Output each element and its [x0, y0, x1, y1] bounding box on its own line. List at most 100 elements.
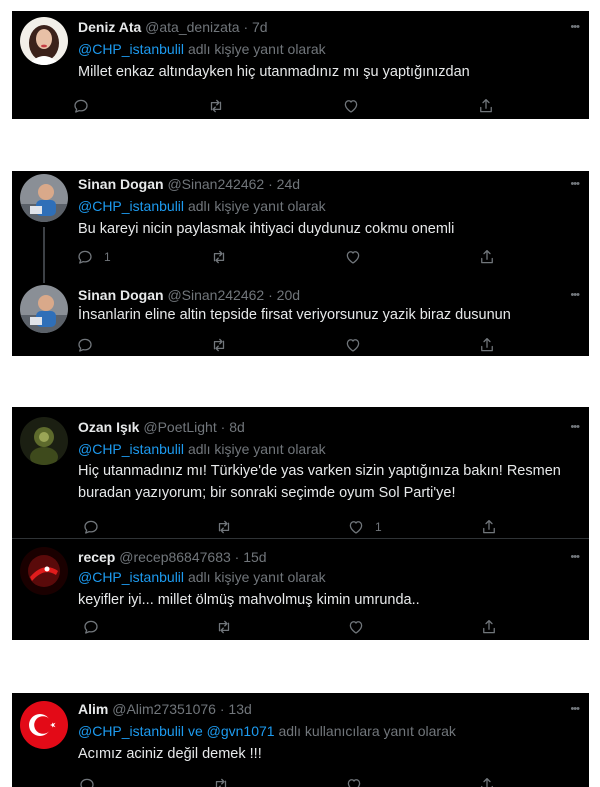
avatar[interactable] — [20, 547, 68, 595]
heart-icon — [349, 621, 363, 634]
reply-button[interactable] — [82, 617, 100, 637]
replying-to: @CHP_istanbulil adlı kişiye yanıt olarak — [78, 569, 326, 585]
user-handle[interactable]: @Sinan242462 — [167, 287, 264, 303]
avatar[interactable] — [20, 285, 68, 333]
heart-icon — [346, 251, 360, 264]
retweet-button[interactable] — [215, 517, 233, 537]
tweet[interactable]: Ozan Işık @PoetLight · 8d ••• @CHP_istan… — [12, 417, 589, 537]
tweet-actions — [72, 617, 579, 637]
tweet-card: Alim @Alim27351076 · 13d ••• @CHP_istanb… — [12, 693, 589, 787]
replying-to-label: adlı kişiye yanıt olarak — [187, 569, 326, 585]
reply-icon — [74, 99, 88, 113]
like-button[interactable] — [342, 96, 370, 116]
tweet-actions — [72, 775, 579, 787]
more-options-icon[interactable]: ••• — [570, 178, 580, 190]
replying-to: @CHP_istanbulil adlı kişiye yanıt olarak — [78, 441, 326, 457]
retweet-button[interactable] — [215, 617, 233, 637]
tweet-text: keyifler iyi... millet ölmüş mahvolmuş k… — [78, 592, 420, 608]
share-button[interactable] — [478, 775, 496, 787]
retweet-button[interactable] — [210, 335, 228, 355]
share-button[interactable] — [478, 335, 496, 355]
replying-to: @CHP_istanbulil ve @gvn1071 adlı kullanı… — [78, 723, 456, 739]
timestamp[interactable]: 15d — [243, 549, 266, 565]
more-options-icon[interactable]: ••• — [570, 703, 580, 715]
more-options-icon[interactable]: ••• — [570, 421, 580, 433]
timestamp[interactable]: 7d — [252, 19, 268, 35]
timestamp[interactable]: 13d — [228, 701, 251, 717]
reply-icon — [80, 778, 94, 787]
tweet[interactable]: Sinan Dogan @Sinan242462 · 24d ••• @CHP_… — [12, 174, 589, 274]
tweet-actions — [72, 96, 579, 116]
user-handle[interactable]: @PoetLight — [143, 419, 216, 435]
tweet-header: Ozan Işık @PoetLight · 8d — [78, 419, 245, 435]
reply-button[interactable]: 1 — [76, 247, 111, 267]
user-handle[interactable]: @Sinan242462 — [167, 176, 264, 192]
more-options-icon[interactable]: ••• — [570, 289, 580, 301]
mention-link[interactable]: @CHP_istanbulil — [78, 198, 184, 214]
retweet-icon — [210, 99, 222, 113]
share-icon — [481, 249, 493, 264]
avatar[interactable] — [20, 17, 68, 65]
timestamp[interactable]: 24d — [277, 176, 300, 192]
heart-icon — [346, 339, 360, 352]
divider — [12, 538, 589, 539]
retweet-button[interactable] — [210, 247, 228, 267]
tweet-header: Sinan Dogan @Sinan242462 · 20d — [78, 287, 300, 303]
reply-button[interactable] — [72, 96, 100, 116]
replying-to-label: adlı kullanıcılara yanıt olarak — [278, 723, 456, 739]
tweet[interactable]: Sinan Dogan @Sinan242462 · 20d ••• İnsan… — [12, 285, 589, 355]
replying-to-label: adlı kişiye yanıt olarak — [187, 198, 326, 214]
avatar[interactable] — [20, 174, 68, 222]
tweet-actions — [72, 335, 579, 355]
like-button[interactable] — [345, 775, 363, 787]
share-icon — [480, 98, 492, 113]
tweet[interactable]: Deniz Ata @ata_denizata · 7d ••• @CHP_is… — [12, 17, 589, 117]
share-icon — [483, 519, 495, 534]
mention-link[interactable]: @CHP_istanbulil — [78, 723, 184, 739]
tweet-header: recep @recep86847683 · 15d — [78, 549, 267, 565]
tweet-actions: 1 — [72, 247, 579, 267]
tweet[interactable]: recep @recep86847683 · 15d ••• @CHP_ista… — [12, 547, 589, 637]
user-handle[interactable]: @recep86847683 — [119, 549, 231, 565]
share-button[interactable] — [480, 517, 498, 537]
mention-link[interactable]: @CHP_istanbulil — [78, 441, 184, 457]
share-button[interactable] — [480, 617, 498, 637]
user-handle[interactable]: @Alim27351076 — [112, 701, 216, 717]
like-button[interactable] — [344, 247, 362, 267]
reply-button[interactable] — [76, 335, 94, 355]
more-options-icon[interactable]: ••• — [570, 551, 580, 563]
display-name[interactable]: Ozan Işık — [78, 419, 139, 435]
mention-link[interactable]: @CHP_istanbulil — [78, 41, 184, 57]
like-button[interactable]: 1 — [347, 517, 382, 537]
retweet-button[interactable] — [212, 775, 230, 787]
reply-count: 1 — [104, 250, 111, 264]
display-name[interactable]: Deniz Ata — [78, 19, 141, 35]
tweet-header: Alim @Alim27351076 · 13d — [78, 701, 252, 717]
reply-button[interactable] — [78, 775, 96, 787]
display-name[interactable]: Alim — [78, 701, 108, 717]
mention-link[interactable]: @CHP_istanbulil — [78, 569, 184, 585]
like-count: 1 — [375, 520, 382, 534]
display-name[interactable]: Sinan Dogan — [78, 176, 164, 192]
timestamp[interactable]: 20d — [277, 287, 300, 303]
avatar[interactable] — [20, 417, 68, 465]
replying-to: @CHP_istanbulil adlı kişiye yanıt olarak — [78, 41, 326, 57]
share-button[interactable] — [478, 247, 496, 267]
user-handle[interactable]: @ata_denizata — [145, 19, 239, 35]
timestamp[interactable]: 8d — [229, 419, 245, 435]
tweet[interactable]: Alim @Alim27351076 · 13d ••• @CHP_istanb… — [12, 699, 589, 787]
share-button[interactable] — [477, 96, 495, 116]
heart-icon — [349, 521, 363, 534]
reply-button[interactable] — [82, 517, 100, 537]
retweet-icon — [218, 520, 230, 534]
display-name[interactable]: Sinan Dogan — [78, 287, 164, 303]
retweet-button[interactable] — [207, 96, 235, 116]
like-button[interactable] — [347, 617, 365, 637]
display-name[interactable]: recep — [78, 549, 115, 565]
avatar[interactable] — [20, 701, 68, 749]
mention-link[interactable]: @gvn1071 — [207, 723, 275, 739]
tweet-header: Deniz Ata @ata_denizata · 7d — [78, 19, 268, 35]
like-button[interactable] — [344, 335, 362, 355]
replying-to-label: adlı kişiye yanıt olarak — [187, 41, 326, 57]
more-options-icon[interactable]: ••• — [570, 21, 580, 33]
